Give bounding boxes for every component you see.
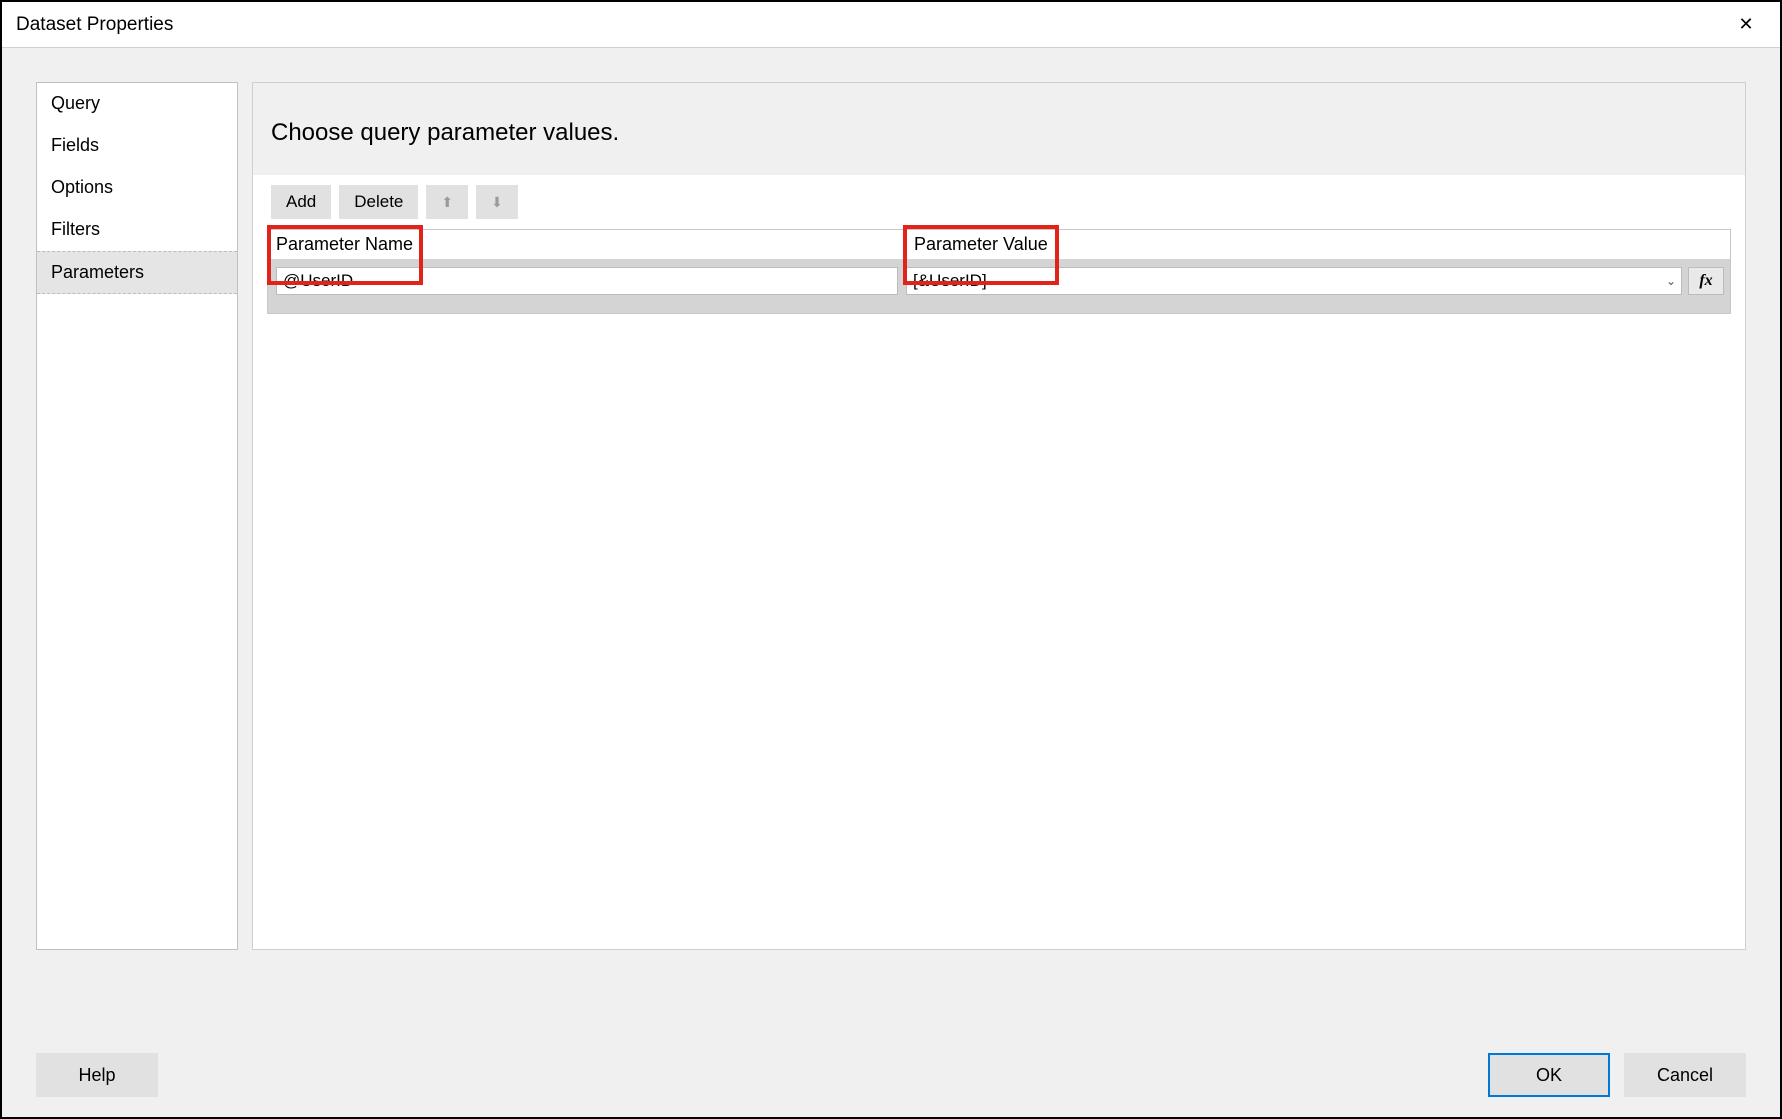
table-footer-pad [268,303,1730,313]
sidebar-nav: Query Fields Options Filters Parameters [36,82,238,950]
dataset-properties-dialog: Dataset Properties ✕ Query Fields Option… [0,0,1782,1119]
add-button-label: Add [286,192,316,212]
cancel-button-label: Cancel [1657,1065,1713,1086]
parameters-grid-area: Add Delete ⬆ ⬇ Parameter Name Par [253,175,1745,949]
panel-heading: Choose query parameter values. [253,83,1745,175]
delete-button-label: Delete [354,192,403,212]
move-up-icon: ⬆ [441,194,453,211]
parameter-value-input[interactable] [906,267,1682,295]
sidebar-item-label: Parameters [51,262,144,282]
titlebar: Dataset Properties ✕ [2,2,1780,48]
sidebar-item-label: Options [51,177,113,197]
parameters-toolbar: Add Delete ⬆ ⬇ [253,175,1745,223]
sidebar-item-options[interactable]: Options [37,167,237,209]
help-button-label: Help [78,1065,115,1086]
sidebar-item-filters[interactable]: Filters [37,209,237,251]
column-header-name: Parameter Name [268,230,906,259]
help-button[interactable]: Help [36,1053,158,1097]
sidebar-item-query[interactable]: Query [37,83,237,125]
sidebar-item-parameters[interactable]: Parameters [37,251,237,294]
parameter-name-input[interactable] [276,267,898,295]
fx-icon: fx [1699,272,1712,290]
move-up-button[interactable]: ⬆ [426,185,468,219]
cancel-button[interactable]: Cancel [1624,1053,1746,1097]
window-title: Dataset Properties [16,14,173,36]
sidebar-item-label: Fields [51,135,99,155]
ok-button[interactable]: OK [1488,1053,1610,1097]
parameters-table: Parameter Name Parameter Value ⌄ [267,229,1731,314]
sidebar-item-label: Filters [51,219,100,239]
ok-button-label: OK [1536,1065,1562,1086]
table-row[interactable]: ⌄ fx [268,259,1730,303]
parameter-value-combo[interactable]: ⌄ [906,267,1682,295]
table-header-row: Parameter Name Parameter Value [268,230,1730,259]
column-header-value: Parameter Value [906,230,1730,259]
delete-button[interactable]: Delete [339,185,418,219]
dialog-body: Query Fields Options Filters Parameters … [2,48,1780,1033]
main-panel: Choose query parameter values. Add Delet… [252,82,1746,950]
move-down-icon: ⬇ [491,194,503,211]
sidebar-item-fields[interactable]: Fields [37,125,237,167]
sidebar-item-label: Query [51,93,100,113]
close-button[interactable]: ✕ [1726,5,1766,45]
add-button[interactable]: Add [271,185,331,219]
dialog-button-bar: Help OK Cancel [2,1033,1780,1117]
close-icon: ✕ [1738,14,1753,35]
move-down-button[interactable]: ⬇ [476,185,518,219]
expression-button[interactable]: fx [1688,267,1724,295]
